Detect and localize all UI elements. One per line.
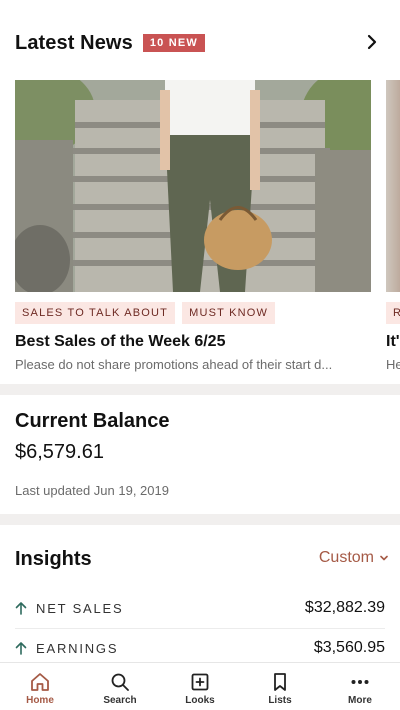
section-divider — [0, 384, 400, 395]
tab-home[interactable]: Home — [0, 663, 80, 710]
news-card-title: It' — [386, 333, 400, 350]
metric-label: EARNINGS — [36, 640, 119, 656]
plus-square-icon — [191, 673, 209, 691]
news-card-photo — [15, 80, 371, 292]
latest-news-title: Latest News — [15, 31, 133, 54]
news-card-photo — [386, 80, 400, 292]
news-card-tags: SALES TO TALK ABOUT MUST KNOW — [15, 302, 371, 324]
tab-lists[interactable]: Lists — [240, 663, 320, 710]
trend-up-icon — [15, 602, 27, 615]
search-icon — [111, 673, 129, 691]
tab-label: Lists — [268, 695, 292, 706]
metric-row-net-sales[interactable]: NET SALES $32,882.39 — [15, 589, 385, 627]
news-card-subtitle: Please do not share promotions ahead of … — [15, 357, 333, 372]
news-carousel[interactable]: SALES TO TALK ABOUT MUST KNOW Best Sales… — [15, 80, 400, 375]
news-card-peek[interactable]: R It' He — [386, 80, 400, 372]
balance-last-updated: Last updated Jun 19, 2019 — [15, 483, 169, 498]
news-tag[interactable]: R — [386, 302, 400, 324]
news-card-tags: R — [386, 302, 400, 324]
tab-label: Search — [103, 695, 137, 706]
news-tag[interactable]: SALES TO TALK ABOUT — [15, 302, 176, 324]
news-card-subtitle: He — [386, 357, 400, 372]
trend-up-icon — [15, 642, 27, 655]
date-range-dropdown[interactable]: Custom — [319, 549, 389, 567]
chevron-down-icon — [380, 555, 388, 561]
latest-news-header: Latest News 10 NEW — [15, 28, 385, 58]
tab-label: Home — [26, 695, 54, 706]
home-icon — [31, 673, 49, 691]
section-divider — [0, 514, 400, 525]
bookmark-icon — [274, 673, 286, 691]
metric-value: $3,560.95 — [313, 639, 385, 656]
metric-label: NET SALES — [36, 600, 124, 616]
metric-value: $32,882.39 — [304, 599, 385, 616]
news-tag[interactable]: MUST KNOW — [182, 302, 276, 324]
tab-label: Looks — [185, 695, 215, 706]
balance-title: Current Balance — [15, 410, 170, 432]
insights-title: Insights — [15, 548, 92, 570]
tab-search[interactable]: Search — [80, 663, 160, 710]
more-dots-icon — [351, 680, 369, 684]
tab-more[interactable]: More — [320, 663, 400, 710]
news-card-title: Best Sales of the Week 6/25 — [15, 333, 226, 350]
tab-label: More — [348, 695, 372, 706]
chevron-right-icon[interactable] — [363, 33, 381, 51]
news-card[interactable]: SALES TO TALK ABOUT MUST KNOW Best Sales… — [15, 80, 371, 372]
balance-amount: $6,579.61 — [15, 441, 104, 463]
new-count-badge: 10 NEW — [142, 34, 205, 52]
bottom-tab-bar: Home Search Looks Lists More — [0, 662, 400, 710]
tab-looks[interactable]: Looks — [160, 663, 240, 710]
date-range-label: Custom — [318, 549, 374, 566]
